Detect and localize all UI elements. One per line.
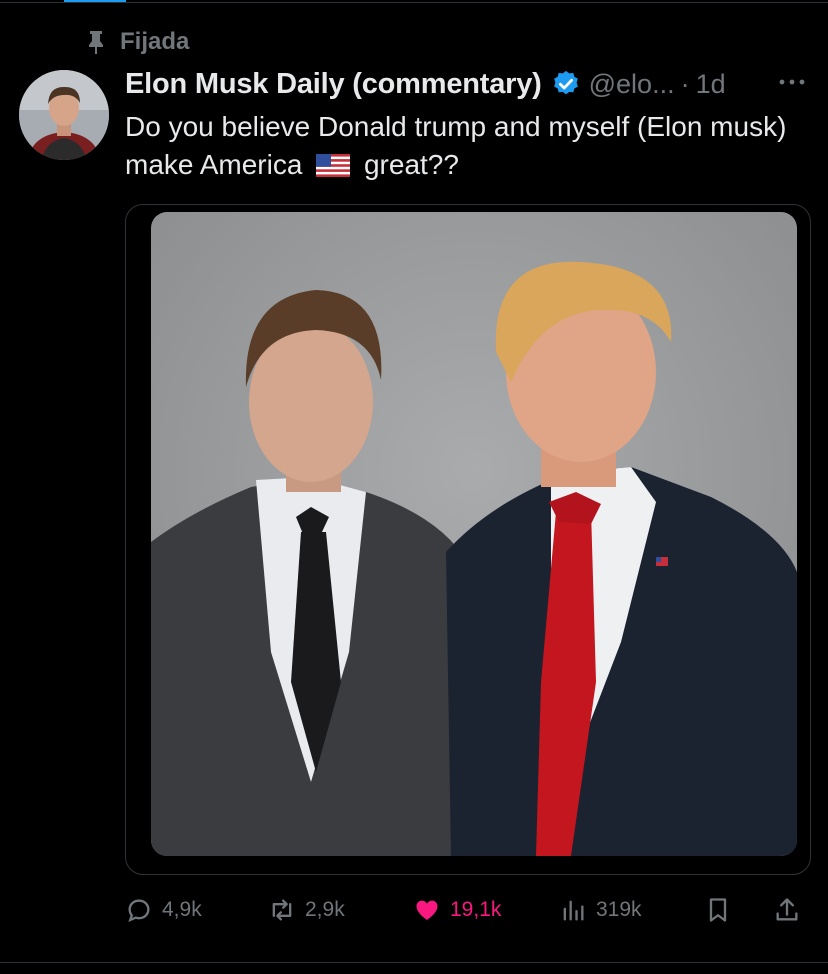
avatar-image — [19, 70, 109, 160]
bookmark-icon — [709, 898, 727, 922]
pin-icon — [89, 31, 103, 54]
photo-image — [151, 212, 797, 856]
repost-button[interactable]: 2,9k — [268, 892, 345, 928]
tweet-header: Elon Musk Daily (commentary) @elo... · 1… — [125, 64, 726, 104]
us-flag-emoji — [316, 154, 351, 177]
timestamp[interactable]: 1d — [696, 69, 726, 100]
more-options-icon[interactable] — [772, 72, 812, 92]
tweet-text-end: great?? — [363, 149, 459, 180]
views-count: 319k — [596, 898, 642, 921]
repost-count: 2,9k — [305, 898, 345, 921]
top-divider — [0, 2, 828, 3]
tweet-photo[interactable] — [151, 212, 797, 856]
tweet-text: Do you believe Donald trump and myself (… — [125, 108, 805, 184]
reply-count: 4,9k — [162, 898, 202, 921]
heart-icon — [416, 900, 438, 920]
verified-badge-icon — [553, 70, 578, 95]
views-chart-icon — [563, 900, 584, 921]
like-button[interactable]: 19,1k — [413, 892, 501, 928]
avatar[interactable] — [19, 70, 109, 160]
views-button[interactable]: 319k — [559, 892, 642, 928]
pinned-indicator: Fijada — [84, 28, 189, 56]
bottom-divider — [0, 962, 828, 963]
display-name[interactable]: Elon Musk Daily (commentary) — [125, 68, 542, 101]
handle[interactable]: @elo... — [589, 69, 675, 100]
pinned-label: Fijada — [120, 28, 190, 55]
action-bar: 4,9k 2,9k 19,1k 319k — [125, 892, 815, 928]
reply-button[interactable]: 4,9k — [125, 892, 202, 928]
bookmark-button[interactable] — [704, 892, 732, 928]
share-icon — [776, 898, 798, 921]
like-count: 19,1k — [450, 898, 502, 921]
repost-icon — [272, 899, 292, 921]
share-button[interactable] — [773, 892, 801, 928]
separator-dot: · — [680, 68, 690, 99]
reply-icon — [128, 899, 150, 922]
